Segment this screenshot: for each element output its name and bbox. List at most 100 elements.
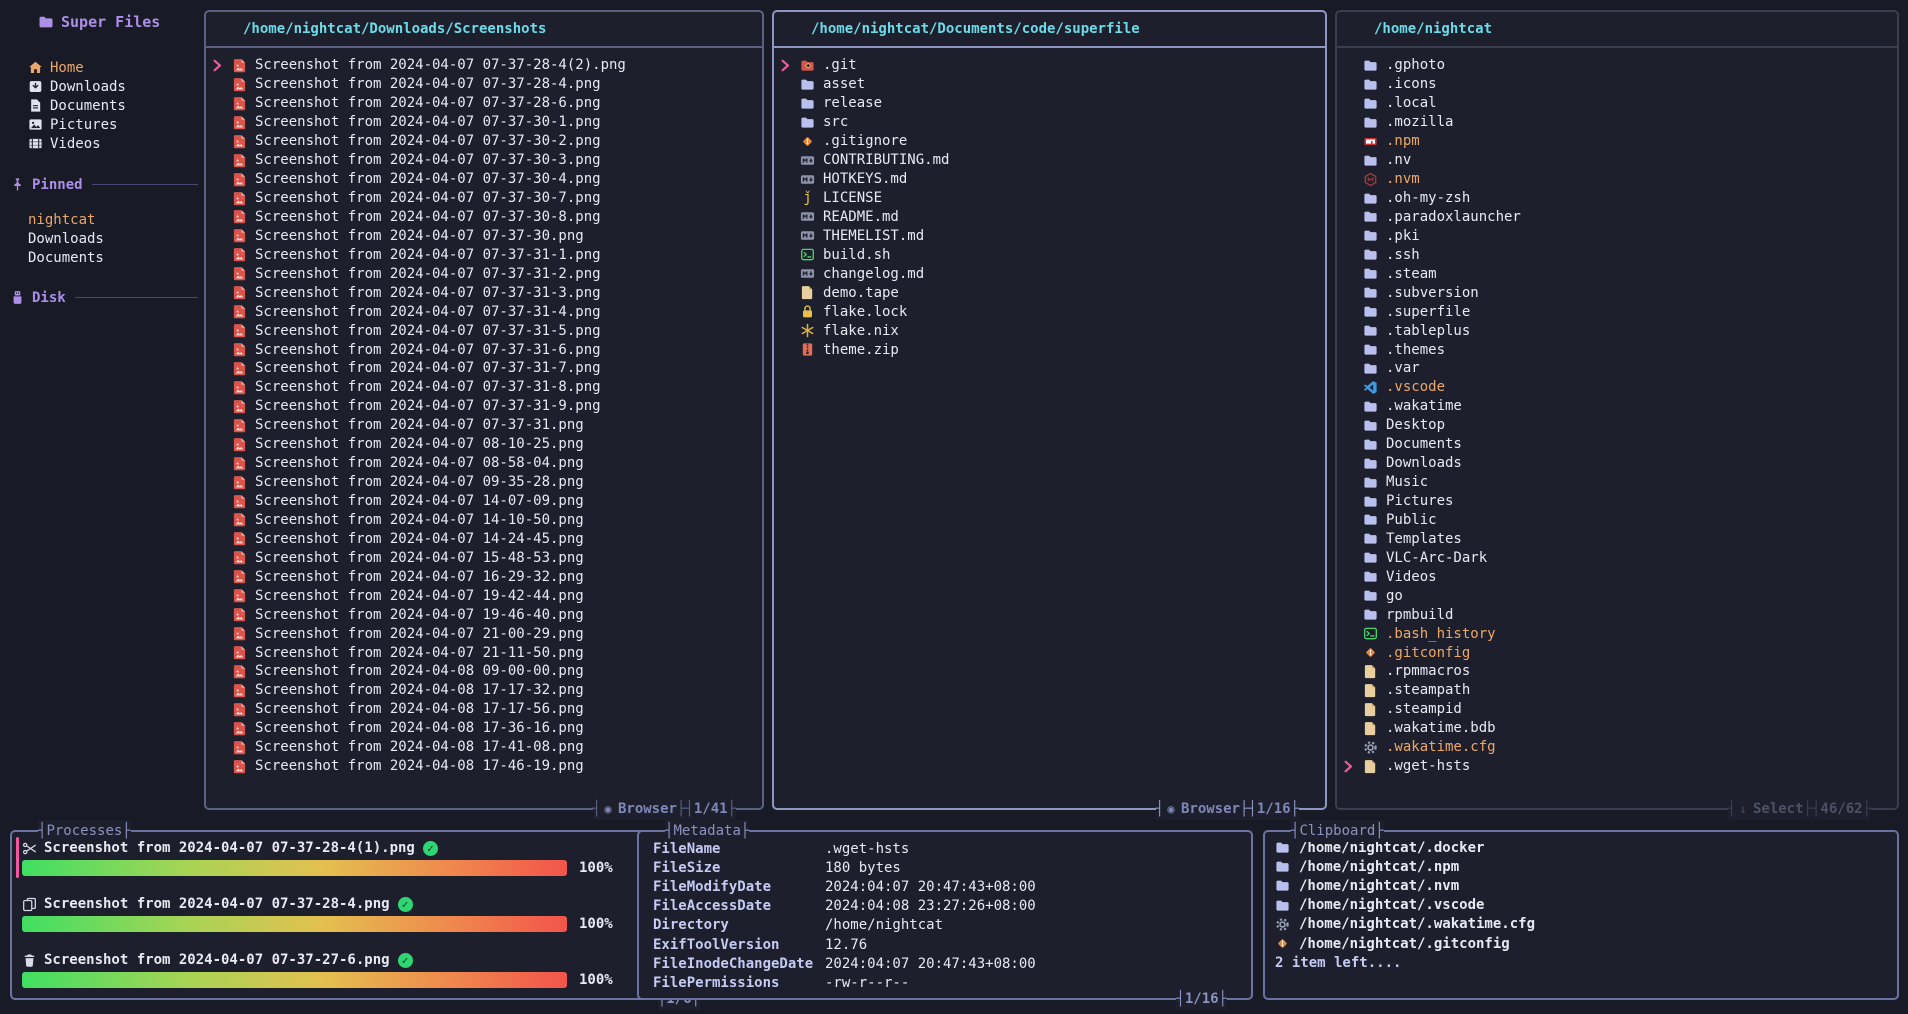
file-row[interactable]: .steampid xyxy=(1337,700,1897,719)
file-row[interactable]: .bash_history xyxy=(1337,624,1897,643)
file-row[interactable]: Screenshot from 2024-04-07 08-58-04.png xyxy=(206,454,762,473)
file-row[interactable]: release xyxy=(774,94,1325,113)
file-row[interactable]: .vscode xyxy=(1337,378,1897,397)
sidebar-nav-item[interactable]: Pictures xyxy=(10,115,198,134)
file-row[interactable]: Public xyxy=(1337,511,1897,530)
pinned-item[interactable]: Documents xyxy=(10,248,198,267)
file-row[interactable]: .superfile xyxy=(1337,302,1897,321)
file-row[interactable]: build.sh xyxy=(774,245,1325,264)
file-row[interactable]: .git xyxy=(774,56,1325,75)
file-row[interactable]: .rpmmacros xyxy=(1337,662,1897,681)
file-row[interactable]: Screenshot from 2024-04-07 15-48-53.png xyxy=(206,548,762,567)
file-row[interactable]: Screenshot from 2024-04-07 07-37-30-7.pn… xyxy=(206,189,762,208)
file-row[interactable]: demo.tape xyxy=(774,283,1325,302)
file-row[interactable]: .wget-hsts xyxy=(1337,757,1897,776)
pinned-item[interactable]: Downloads xyxy=(10,229,198,248)
file-row[interactable]: Screenshot from 2024-04-07 16-29-32.png xyxy=(206,567,762,586)
file-row[interactable]: .npm xyxy=(1337,132,1897,151)
file-row[interactable]: CONTRIBUTING.md xyxy=(774,151,1325,170)
file-row[interactable]: Screenshot from 2024-04-07 19-42-44.png xyxy=(206,586,762,605)
file-row[interactable]: src xyxy=(774,113,1325,132)
file-row[interactable]: Videos xyxy=(1337,567,1897,586)
file-row[interactable]: Screenshot from 2024-04-08 09-00-00.png xyxy=(206,662,762,681)
file-row[interactable]: Screenshot from 2024-04-07 07-37-31-4.pn… xyxy=(206,302,762,321)
file-row[interactable]: rpmbuild xyxy=(1337,605,1897,624)
file-row[interactable]: .gitignore xyxy=(774,132,1325,151)
file-row[interactable]: Screenshot from 2024-04-07 07-37-31-6.pn… xyxy=(206,340,762,359)
file-row[interactable]: Screenshot from 2024-04-07 19-46-40.png xyxy=(206,605,762,624)
file-row[interactable]: Screenshot from 2024-04-07 07-37-30.png xyxy=(206,226,762,245)
file-row[interactable]: ǰ LICENSE xyxy=(774,189,1325,208)
file-row[interactable]: Screenshot from 2024-04-07 07-37-31-8.pn… xyxy=(206,378,762,397)
file-row[interactable]: asset xyxy=(774,75,1325,94)
file-row[interactable]: Screenshot from 2024-04-07 07-37-31-3.pn… xyxy=(206,283,762,302)
file-row[interactable]: Downloads xyxy=(1337,454,1897,473)
file-row[interactable]: .wakatime xyxy=(1337,397,1897,416)
file-row[interactable]: HOTKEYS.md xyxy=(774,170,1325,189)
file-row[interactable]: Documents xyxy=(1337,435,1897,454)
file-row[interactable]: Screenshot from 2024-04-07 07-37-30-1.pn… xyxy=(206,113,762,132)
file-row[interactable]: Screenshot from 2024-04-07 21-11-50.png xyxy=(206,643,762,662)
file-row[interactable]: .icons xyxy=(1337,75,1897,94)
process-item[interactable]: Screenshot from 2024-04-07 07-37-28-4.pn… xyxy=(22,894,724,933)
file-row[interactable]: Screenshot from 2024-04-07 07-37-31-9.pn… xyxy=(206,397,762,416)
file-row[interactable]: .wakatime.cfg xyxy=(1337,738,1897,757)
file-row[interactable]: .gphoto xyxy=(1337,56,1897,75)
file-row[interactable]: Screenshot from 2024-04-07 07-37-30-3.pn… xyxy=(206,151,762,170)
file-row[interactable]: Screenshot from 2024-04-07 07-37-30-8.pn… xyxy=(206,208,762,227)
file-row[interactable]: Screenshot from 2024-04-07 07-37-28-4.pn… xyxy=(206,75,762,94)
file-row[interactable]: .wakatime.bdb xyxy=(1337,719,1897,738)
process-item[interactable]: Screenshot from 2024-04-07 07-37-28-4(1)… xyxy=(22,838,724,877)
file-row[interactable]: .nvm xyxy=(1337,170,1897,189)
file-row[interactable]: changelog.md xyxy=(774,264,1325,283)
file-row[interactable]: README.md xyxy=(774,208,1325,227)
file-row[interactable]: go xyxy=(1337,586,1897,605)
file-row[interactable]: flake.nix xyxy=(774,321,1325,340)
file-row[interactable]: Screenshot from 2024-04-08 17-17-56.png xyxy=(206,700,762,719)
file-row[interactable]: .local xyxy=(1337,94,1897,113)
file-row[interactable]: Screenshot from 2024-04-07 07-37-28-6.pn… xyxy=(206,94,762,113)
file-row[interactable]: .gitconfig xyxy=(1337,643,1897,662)
file-row[interactable]: Desktop xyxy=(1337,416,1897,435)
file-row[interactable]: Templates xyxy=(1337,529,1897,548)
sidebar-nav-item[interactable]: Home xyxy=(10,58,198,77)
file-row[interactable]: .var xyxy=(1337,359,1897,378)
file-row[interactable]: .oh-my-zsh xyxy=(1337,189,1897,208)
file-row[interactable]: Screenshot from 2024-04-07 07-37-31-2.pn… xyxy=(206,264,762,283)
sidebar-nav-item[interactable]: Downloads xyxy=(10,77,198,96)
file-row[interactable]: .mozilla xyxy=(1337,113,1897,132)
file-row[interactable]: Pictures xyxy=(1337,492,1897,511)
sidebar-nav-item[interactable]: Videos xyxy=(10,134,198,153)
file-row[interactable]: Screenshot from 2024-04-07 07-37-31-5.pn… xyxy=(206,321,762,340)
file-row[interactable]: Music xyxy=(1337,473,1897,492)
file-row[interactable]: .steam xyxy=(1337,264,1897,283)
file-row[interactable]: .subversion xyxy=(1337,283,1897,302)
file-row[interactable]: theme.zip xyxy=(774,340,1325,359)
file-row[interactable]: .pki xyxy=(1337,226,1897,245)
process-item[interactable]: Screenshot from 2024-04-07 07-37-27-6.pn… xyxy=(22,950,724,989)
file-row[interactable]: Screenshot from 2024-04-07 14-24-45.png xyxy=(206,529,762,548)
file-row[interactable]: Screenshot from 2024-04-07 14-07-09.png xyxy=(206,492,762,511)
file-row[interactable]: Screenshot from 2024-04-07 07-37-31.png xyxy=(206,416,762,435)
file-row[interactable]: Screenshot from 2024-04-07 07-37-31-1.pn… xyxy=(206,245,762,264)
file-row[interactable]: Screenshot from 2024-04-07 08-10-25.png xyxy=(206,435,762,454)
pinned-item[interactable]: nightcat xyxy=(10,210,198,229)
sidebar-nav-item[interactable]: Documents xyxy=(10,96,198,115)
file-row[interactable]: Screenshot from 2024-04-08 17-17-32.png xyxy=(206,681,762,700)
file-row[interactable]: Screenshot from 2024-04-08 17-36-16.png xyxy=(206,719,762,738)
file-row[interactable]: Screenshot from 2024-04-07 07-37-31-7.pn… xyxy=(206,359,762,378)
file-row[interactable]: .themes xyxy=(1337,340,1897,359)
file-row[interactable]: .tableplus xyxy=(1337,321,1897,340)
file-row[interactable]: VLC-Arc-Dark xyxy=(1337,548,1897,567)
file-row[interactable]: Screenshot from 2024-04-07 09-35-28.png xyxy=(206,473,762,492)
file-row[interactable]: Screenshot from 2024-04-08 17-41-08.png xyxy=(206,738,762,757)
file-row[interactable]: Screenshot from 2024-04-07 21-00-29.png xyxy=(206,624,762,643)
file-row[interactable]: Screenshot from 2024-04-07 07-37-30-4.pn… xyxy=(206,170,762,189)
file-row[interactable]: .ssh xyxy=(1337,245,1897,264)
file-row[interactable]: Screenshot from 2024-04-08 17-46-19.png xyxy=(206,757,762,776)
file-row[interactable]: .steampath xyxy=(1337,681,1897,700)
file-row[interactable]: Screenshot from 2024-04-07 14-10-50.png xyxy=(206,511,762,530)
file-row[interactable]: flake.lock xyxy=(774,302,1325,321)
file-row[interactable]: .paradoxlauncher xyxy=(1337,208,1897,227)
file-row[interactable]: .nv xyxy=(1337,151,1897,170)
